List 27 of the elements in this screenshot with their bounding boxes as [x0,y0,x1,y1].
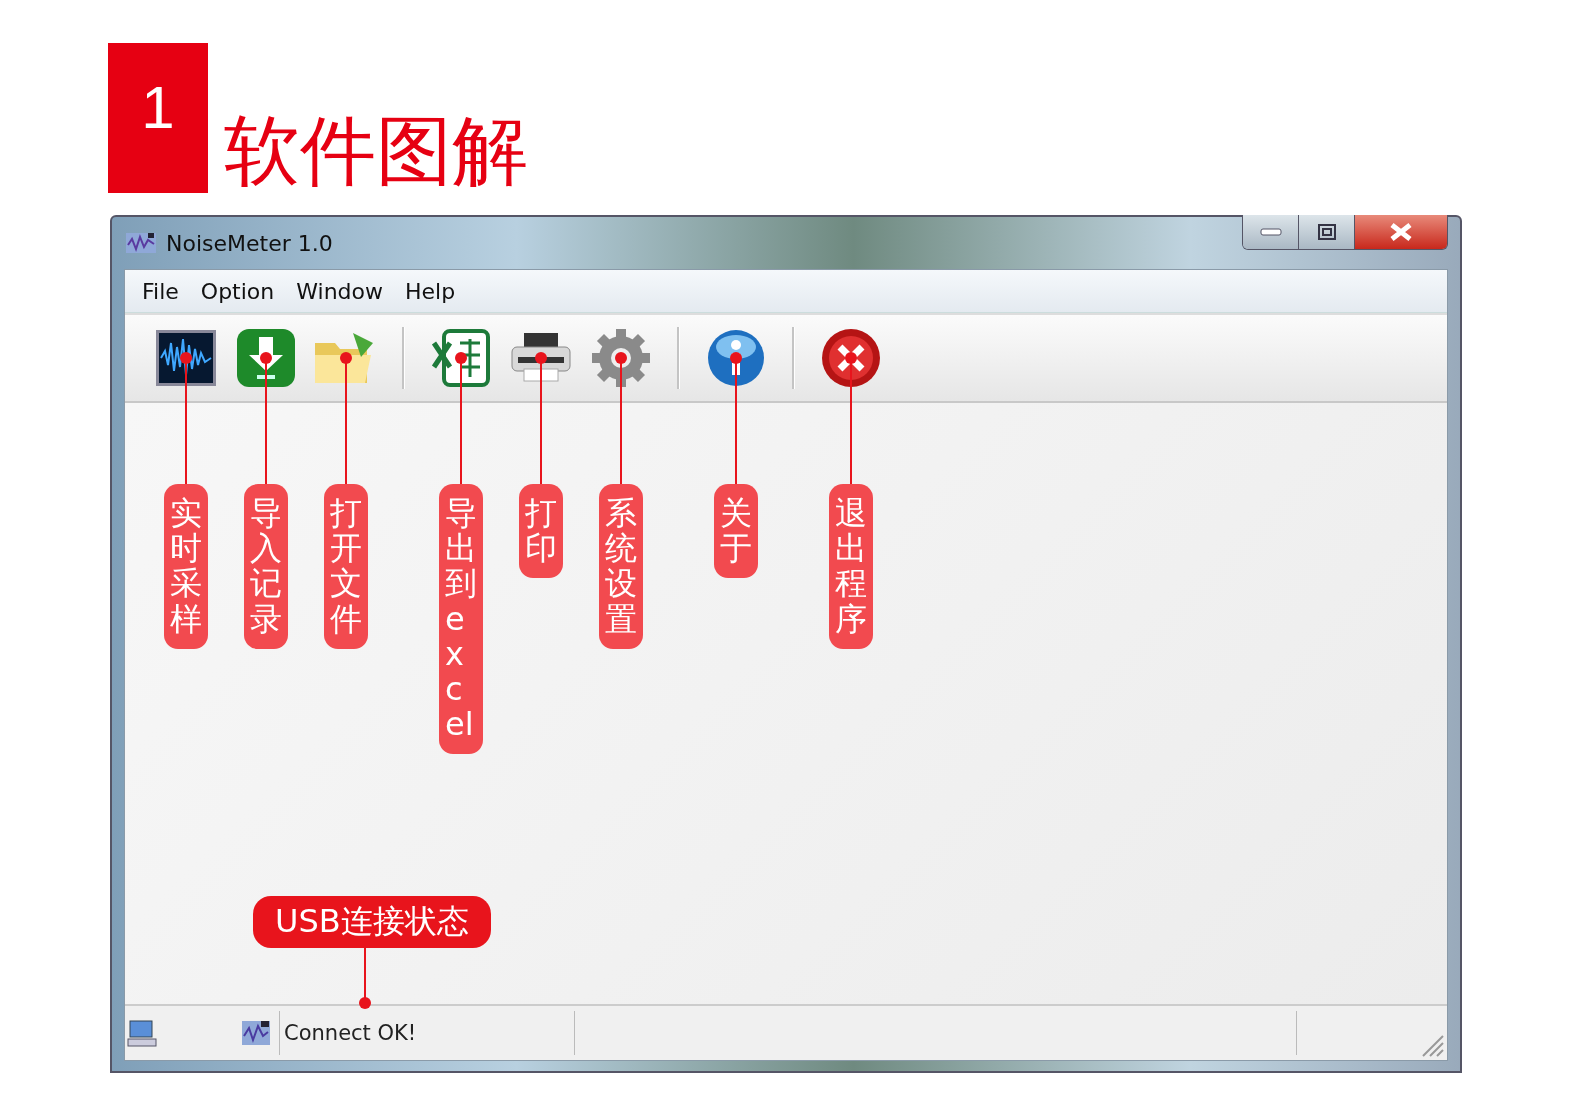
app-icon [241,1018,271,1048]
maximize-icon [1316,223,1337,241]
minimize-button[interactable] [1243,215,1299,249]
callout-label: 导出到excel [439,484,483,755]
section-title: 软件图解 [224,113,528,189]
callout-label: USB连接状态 [253,896,491,948]
status-message: Connect OK! [279,1011,575,1055]
callout-label: 关于 [714,484,758,579]
minimize-icon [1259,228,1282,236]
section-number: 1 [108,43,208,193]
menu-item[interactable]: File [131,276,190,306]
window-title: NoiseMeter 1.0 [166,230,333,256]
menu-item[interactable]: Option [189,276,286,306]
app-icon [126,231,156,255]
menu-item[interactable]: Window [285,276,394,306]
menu-item[interactable]: Help [394,276,467,306]
close-icon [1388,222,1414,242]
callout-label: 退出程序 [829,484,873,649]
close-button[interactable] [1355,215,1447,249]
callout-label: 打开文件 [324,484,368,649]
leader-line [357,948,372,1010]
maximize-button[interactable] [1299,215,1355,249]
computer-icon [127,1018,157,1048]
callout-label: 导入记录 [244,484,288,649]
callout-label: 系统设置 [599,484,643,649]
callout-label: 实时采样 [164,484,208,649]
callout-label: 打印 [519,484,563,579]
